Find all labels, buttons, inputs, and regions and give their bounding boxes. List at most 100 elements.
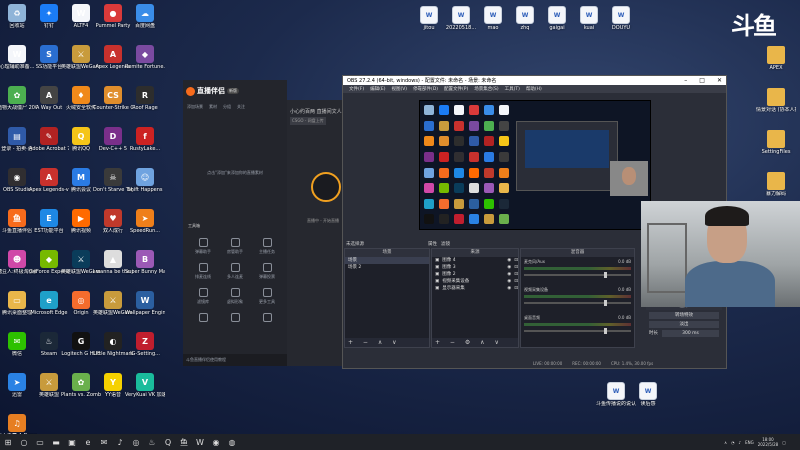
desktop-shortcut[interactable]: Z IG-Setting...: [125, 332, 165, 357]
volume-fader[interactable]: [524, 272, 631, 278]
fader-handle[interactable]: [604, 328, 608, 334]
version-badge[interactable]: 新版: [227, 88, 239, 94]
desktop-file[interactable]: W DOUYU: [601, 6, 641, 31]
tiktok-icon[interactable]: ♪: [112, 434, 128, 450]
desktop-shortcut[interactable]: ☺ Shift Happens: [125, 168, 165, 193]
menu-item[interactable]: 文件(F): [349, 86, 364, 92]
store-icon[interactable]: ▣: [64, 434, 80, 450]
lock-icon[interactable]: ⊡: [514, 264, 518, 271]
menu-item[interactable]: 配置文件(P): [444, 86, 468, 92]
chrome-icon[interactable]: ◍: [224, 434, 240, 450]
companion-tab[interactable]: 素材: [209, 104, 217, 110]
toolbox-item[interactable]: [251, 313, 283, 324]
visibility-eye-icon[interactable]: ◉: [507, 264, 511, 271]
desktop-shortcut[interactable]: WWallpaper Engine:...: [125, 291, 165, 316]
source-item[interactable]: ▣ 显示器采集 ◉ ⊡: [432, 285, 518, 292]
volume-fader[interactable]: [524, 328, 631, 334]
room-category[interactable]: CSGO - 网盘上传: [290, 117, 326, 125]
fader-handle[interactable]: [604, 300, 608, 306]
properties-button[interactable]: 属性: [428, 241, 437, 247]
notification-icon[interactable]: ▢: [782, 440, 786, 445]
lock-icon[interactable]: ⊡: [514, 278, 518, 285]
visibility-eye-icon[interactable]: ◉: [507, 278, 511, 285]
wechat-icon[interactable]: ✉: [96, 434, 112, 450]
volume-fader[interactable]: [524, 300, 631, 306]
scene-item[interactable]: 场景: [345, 257, 429, 264]
network-icon[interactable]: ◔: [731, 440, 735, 445]
qq-icon[interactable]: Q: [160, 434, 176, 450]
visibility-eye-icon[interactable]: ◉: [507, 271, 511, 278]
source-item[interactable]: ▣ 视频采集设备 ◉ ⊡: [432, 278, 518, 285]
menu-item[interactable]: 停靠部件(D): [413, 86, 438, 92]
search-icon[interactable]: ○: [16, 434, 32, 450]
task-view-icon[interactable]: ▭: [32, 434, 48, 450]
toolbox-item[interactable]: 排麦连线: [187, 263, 219, 280]
menu-item[interactable]: 编辑(E): [370, 86, 385, 92]
filters-button[interactable]: 滤镜: [441, 241, 450, 247]
language-indicator[interactable]: ENG: [745, 440, 754, 445]
source-item[interactable]: ▣ 图像 3 ◉ ⊡: [432, 264, 518, 271]
obs-preview[interactable]: [419, 100, 651, 230]
scenes-footer[interactable]: + − ∧ ∨: [345, 338, 429, 347]
minimize-icon[interactable]: –: [684, 77, 687, 84]
lock-icon[interactable]: ⊡: [514, 257, 518, 264]
close-icon[interactable]: ✕: [717, 77, 722, 84]
desktop-shortcut[interactable]: ◆ Remite Fortune...: [125, 45, 165, 70]
toolbox-item[interactable]: 虚拟形象: [219, 288, 251, 305]
companion-tab[interactable]: 分组: [223, 104, 231, 110]
source-item[interactable]: ▣ 图像 4 ◉ ⊡: [432, 257, 518, 264]
desktop-file[interactable]: W 读后感: [628, 382, 668, 407]
fader-handle[interactable]: [604, 272, 608, 278]
companion-tab[interactable]: 添加场景: [187, 104, 203, 110]
desktop-folder[interactable]: APEX: [756, 46, 796, 71]
desktop-shortcut[interactable]: B Super Bunny Man: [125, 250, 165, 275]
toolbox-item[interactable]: [187, 313, 219, 324]
toolbox-item[interactable]: 更多工具: [251, 288, 283, 305]
menu-item[interactable]: 场景集合(S): [474, 86, 498, 92]
desktop-folder[interactable]: SettingFiles: [756, 130, 796, 155]
lock-icon[interactable]: ⊡: [514, 285, 518, 292]
douyu-companion-window[interactable]: 直播伴侣 新版 添加场景 素材 分组 关注 点击"添加"来添加你的直播素材 工具箱 弹…: [183, 80, 287, 366]
desktop-shortcut[interactable]: ➤ SpeedRun...: [125, 209, 165, 234]
start-live-circle-icon[interactable]: [311, 172, 341, 202]
maximize-icon[interactable]: □: [699, 77, 705, 84]
toolbox-item[interactable]: [219, 313, 251, 324]
menu-item[interactable]: 视图(V): [391, 86, 407, 92]
edge-icon[interactable]: e: [80, 434, 96, 450]
menu-item[interactable]: 工具(T): [505, 86, 520, 92]
toolbox-item[interactable]: 弹幕投票: [251, 263, 283, 280]
scene-item[interactable]: 场景 2: [345, 264, 429, 271]
tutorial-banner[interactable]: 斗鱼直播伴侣使用教程: [183, 354, 287, 366]
volume-icon[interactable]: ♪: [739, 440, 742, 445]
transition-select[interactable]: 淡出: [649, 321, 719, 328]
desktop-shortcut[interactable]: VVeryKuai VK 加速器: [125, 373, 165, 398]
source-type-icon: ▣: [435, 279, 440, 284]
start-button[interactable]: ⊞: [0, 434, 16, 450]
clock[interactable]: 18:00 2022/5/28: [758, 437, 779, 447]
desktop-folder[interactable]: 情景对话 (协本人授权版...: [756, 88, 796, 113]
tray-expand-icon[interactable]: ∧: [724, 440, 727, 445]
netease-music-icon[interactable]: ◎: [128, 434, 144, 450]
visibility-eye-icon[interactable]: ◉: [507, 257, 511, 264]
visibility-eye-icon[interactable]: ◉: [507, 285, 511, 292]
toolbox-item[interactable]: 主播任务: [251, 238, 283, 255]
desktop-shortcut[interactable]: R Roof Rage: [125, 86, 165, 111]
obs-icon[interactable]: ◉: [208, 434, 224, 450]
desktop-shortcut[interactable]: ☁ 百度网盘: [125, 4, 165, 29]
toolbox-item[interactable]: 房管助手: [219, 238, 251, 255]
sources-footer[interactable]: + − ⚙ ∧ ∨: [432, 338, 518, 347]
toolbox-item[interactable]: 多人连麦: [219, 263, 251, 280]
desktop-shortcut[interactable]: f RustyLake...: [125, 127, 165, 152]
source-item[interactable]: ▣ 图像 2 ◉ ⊡: [432, 271, 518, 278]
toolbox-item[interactable]: 滤镜库: [187, 288, 219, 305]
steam-icon[interactable]: ♨: [144, 434, 160, 450]
duration-input[interactable]: 300 ms: [662, 330, 719, 337]
desktop-folder[interactable]: 暴力解码: [756, 172, 796, 197]
file-explorer-icon[interactable]: ▬: [48, 434, 64, 450]
wegame-icon[interactable]: W: [192, 434, 208, 450]
douyu-icon[interactable]: 鱼: [176, 434, 192, 450]
lock-icon[interactable]: ⊡: [514, 271, 518, 278]
menu-item[interactable]: 帮助(H): [526, 86, 542, 92]
toolbox-item[interactable]: 弹幕助手: [187, 238, 219, 255]
companion-tab[interactable]: 关注: [237, 104, 245, 110]
